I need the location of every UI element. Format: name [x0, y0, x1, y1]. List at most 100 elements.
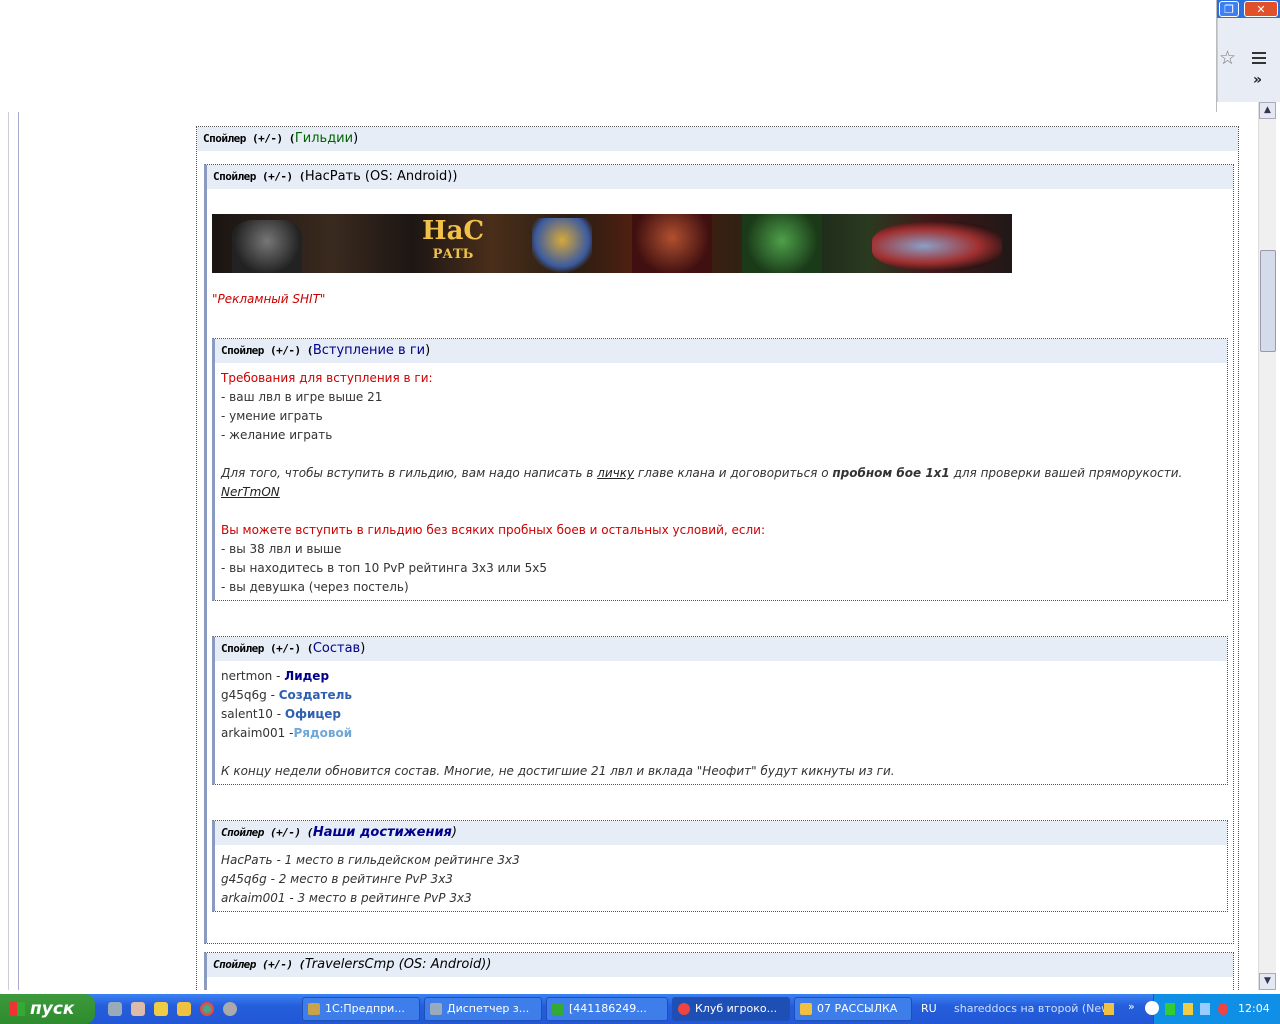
- task-browser[interactable]: Клуб игроко...: [672, 997, 790, 1021]
- banner-warrior-figure: [532, 218, 592, 273]
- spoiler-toggle[interactable]: Спойлер (+/-) (: [203, 132, 295, 145]
- requirement-item: - желание играть: [221, 428, 333, 442]
- start-button[interactable]: пуск: [0, 994, 95, 1024]
- spoiler-paren: ): [353, 131, 359, 146]
- pm-link[interactable]: личку: [597, 466, 634, 480]
- spoiler-title: Наши достижения: [312, 825, 452, 840]
- requirements-title: Требования для вступления в ги:: [221, 371, 433, 385]
- quicklaunch-lightbulb-icon[interactable]: [154, 1002, 168, 1016]
- member-role: Лидер: [284, 669, 330, 683]
- task-label: 1С:Предпри...: [325, 1002, 405, 1015]
- spoiler-achievements: Спойлер (+/-) (Наши достижения) НасРать …: [212, 820, 1228, 912]
- spoiler-title: Вступление в ги: [312, 343, 426, 358]
- member-name: salent10 -: [221, 707, 285, 721]
- spoiler-toggle[interactable]: Спойлер (+/-) (: [221, 344, 313, 357]
- quicklaunch-explorer-icon[interactable]: [108, 1002, 122, 1016]
- nocond-title: Вы можете вступить в гильдию без всяких …: [221, 523, 765, 537]
- spoiler-toggle[interactable]: Спойлер (+/-) (: [221, 826, 313, 839]
- quicklaunch-chrome-icon[interactable]: [200, 1002, 214, 1016]
- nocond-item: - вы девушка (через постель): [221, 580, 409, 594]
- roster-member: nertmon - Лидер: [221, 667, 1221, 686]
- banner-logo-bottom: РАТЬ: [432, 247, 474, 262]
- spoiler-header[interactable]: Спойлер (+/-) (Вступление в ги): [215, 339, 1227, 363]
- shared-folder-icon[interactable]: [1104, 1003, 1114, 1015]
- spoiler-body: НасРать - 1 место в гильдейском рейтинге…: [215, 845, 1227, 914]
- spoiler-title: Состав: [312, 641, 361, 656]
- task-label: [441186249...: [569, 1002, 647, 1015]
- task-folder[interactable]: 07 РАССЫЛКА: [794, 997, 912, 1021]
- roster-note: К концу недели обновится состав. Многие,…: [221, 764, 895, 778]
- spoiler-header[interactable]: Спойлер (+/-) (НасРать (OS: Android)): [207, 165, 1233, 189]
- member-role: Рядовой: [293, 726, 353, 740]
- task-label: 07 РАССЫЛКА: [817, 1002, 898, 1015]
- vertical-scrollbar[interactable]: ▲ ▼: [1258, 102, 1276, 990]
- banner-fighter-figure: [632, 214, 712, 273]
- task-label: Диспетчер з...: [447, 1002, 530, 1015]
- scroll-thumb[interactable]: [1260, 250, 1276, 352]
- banner-dragon-figure: [872, 222, 1002, 270]
- howto-text: главе клана и договориться о: [634, 466, 833, 480]
- member-name: arkaim001 -: [221, 726, 294, 740]
- left-column: [18, 112, 195, 990]
- tray-collapse-icon[interactable]: [1145, 1001, 1159, 1015]
- roster-member: g45q6g - Создатель: [221, 686, 1221, 705]
- language-indicator[interactable]: RU: [921, 994, 937, 1024]
- roster-member: salent10 - Офицер: [221, 705, 1221, 724]
- spoiler-paren: ): [452, 169, 458, 184]
- spoiler-title: Гильдии: [294, 131, 354, 146]
- bookmark-star-icon[interactable]: ☆: [1219, 48, 1237, 68]
- task-dispatcher[interactable]: Диспетчер з...: [424, 997, 542, 1021]
- folder-icon: [800, 1003, 812, 1015]
- banner-logo: НаС РАТЬ: [422, 216, 484, 270]
- spoiler-toggle[interactable]: Спойлер (+/-) (: [221, 642, 313, 655]
- close-button[interactable]: ✕: [1244, 1, 1278, 17]
- window-titlebar: ❐ ✕: [1217, 0, 1280, 18]
- spoiler-paren: ): [451, 825, 457, 840]
- spoiler-toggle[interactable]: Спойлер (+/-) (: [213, 958, 305, 971]
- menu-icon[interactable]: [1252, 52, 1266, 64]
- howto-text: Для того, чтобы вступить в гильдию, вам …: [221, 466, 598, 480]
- member-role: Офицер: [284, 707, 342, 721]
- toolbar-expand-icon[interactable]: »: [1128, 994, 1135, 1020]
- requirement-item: - умение играть: [221, 409, 323, 423]
- spoiler-toggle[interactable]: Спойлер (+/-) (: [213, 170, 305, 183]
- taskbar: пуск 1С:Предпри... Диспетчер з... [44118…: [0, 994, 1280, 1024]
- spoiler-paren: ): [425, 343, 431, 358]
- spoiler-roster: Спойлер (+/-) (Состав) nertmon - Лидер g…: [212, 636, 1228, 785]
- nocond-item: - вы находитесь в топ 10 PvP рейтинга 3х…: [221, 561, 547, 575]
- tray-bluetooth-icon[interactable]: [1218, 1003, 1228, 1015]
- quicklaunch-settings-icon[interactable]: [223, 1002, 237, 1016]
- member-name: g45q6g -: [221, 688, 279, 702]
- tray-app-icon[interactable]: [1183, 1003, 1193, 1015]
- spoiler-travelers: Спойлер (+/-) (TravelersCmp (OS: Android…: [204, 952, 1234, 990]
- quicklaunch-app-icon[interactable]: [131, 1002, 145, 1016]
- achievement-item: g45q6g - 2 место в рейтинге PvP 3х3: [221, 872, 453, 886]
- restore-button[interactable]: ❐: [1219, 1, 1239, 17]
- leader-profile-link[interactable]: NerTmON: [221, 483, 280, 502]
- page-content: Спойлер (+/-) (Гильдии) Спойлер (+/-) (Н…: [0, 112, 1258, 990]
- 1c-icon: [308, 1003, 320, 1015]
- spoiler-title: TravelersCmp (OS: Android): [304, 957, 487, 972]
- tray-display-icon[interactable]: [1200, 1003, 1210, 1015]
- more-bookmarks-icon[interactable]: »: [1253, 72, 1262, 88]
- clock[interactable]: 12:04: [1238, 994, 1270, 1024]
- scroll-down-icon[interactable]: ▼: [1259, 973, 1276, 990]
- shareddocs-toolbar[interactable]: shareddocs на второй (New): [954, 994, 1114, 1024]
- spoiler-paren: ): [360, 641, 366, 656]
- achievement-item: arkaim001 - 3 место в рейтинге PvP 3х3: [221, 891, 472, 905]
- spoiler-header[interactable]: Спойлер (+/-) (Наши достижения): [215, 821, 1227, 845]
- spoiler-header[interactable]: Спойлер (+/-) (Состав): [215, 637, 1227, 661]
- task-chat[interactable]: [441186249...: [546, 997, 668, 1021]
- banner-logo-top: НаС: [422, 216, 485, 246]
- left-border: [0, 112, 9, 990]
- task-1c[interactable]: 1С:Предпри...: [302, 997, 420, 1021]
- quicklaunch-folder-icon[interactable]: [177, 1002, 191, 1016]
- tray-network-icon[interactable]: [1165, 1003, 1175, 1015]
- spoiler-body: Требования для вступления в ги: - ваш лв…: [215, 363, 1227, 603]
- spoiler-header[interactable]: Спойлер (+/-) (Гильдии): [197, 127, 1238, 151]
- scroll-up-icon[interactable]: ▲: [1259, 102, 1276, 119]
- howto-bold: пробном бое 1х1: [832, 466, 950, 480]
- spoiler-header[interactable]: Спойлер (+/-) (TravelersCmp (OS: Android…: [207, 953, 1233, 977]
- spoiler-title: НасРать (OS: Android): [304, 169, 453, 184]
- chat-icon: [552, 1003, 564, 1015]
